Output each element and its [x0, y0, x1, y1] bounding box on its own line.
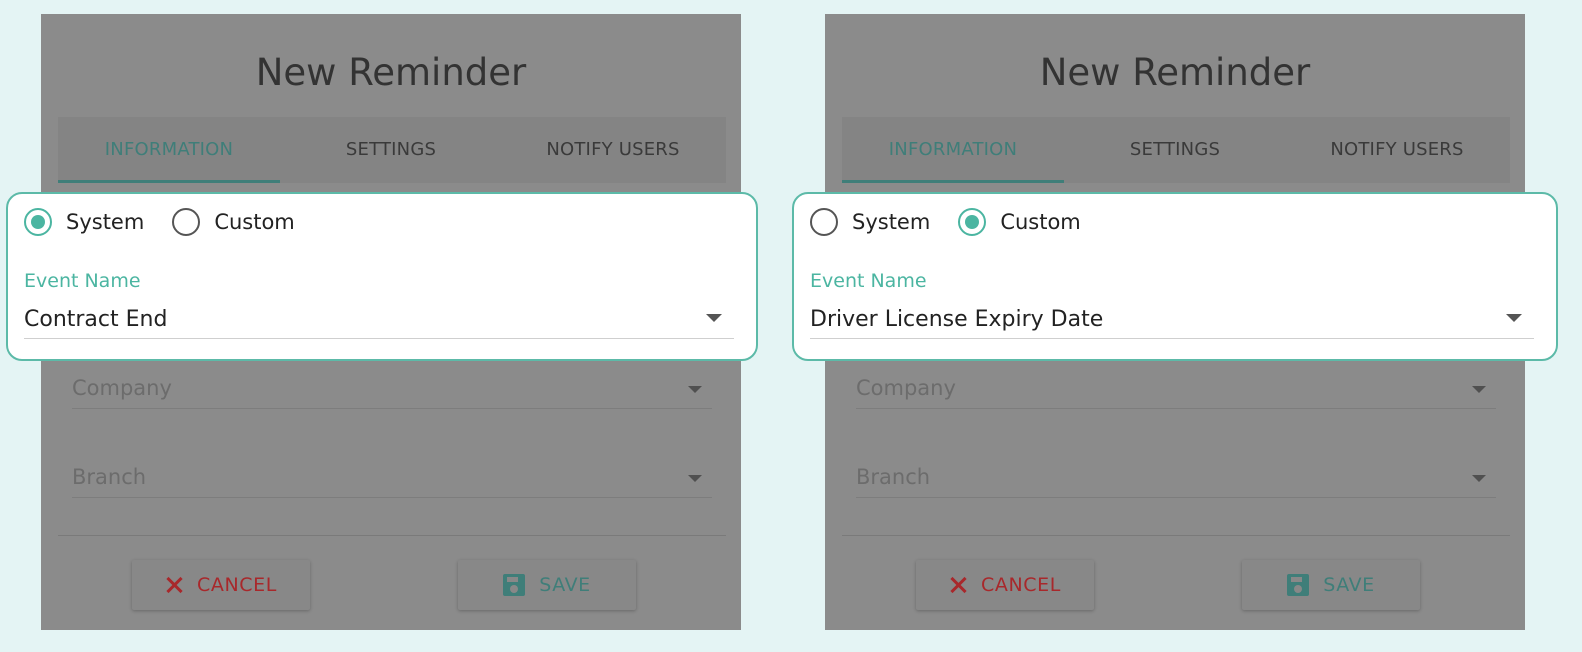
save-button[interactable]: SAVE [458, 560, 636, 610]
company-select[interactable]: Company [72, 370, 712, 409]
floppy-disk-icon [503, 574, 526, 596]
dropdown-arrow-icon [1506, 314, 1522, 322]
radio-checked-icon[interactable] [958, 208, 987, 236]
event-type-card: System Custom Event Name Driver License … [792, 192, 1558, 361]
tab-information[interactable]: INFORMATION [58, 117, 280, 183]
dropdown-arrow-icon [706, 314, 722, 322]
dialog-title: New Reminder [255, 51, 527, 94]
tab-bar: INFORMATION SETTINGS NOTIFY USERS [58, 117, 726, 183]
close-icon [165, 576, 183, 594]
dropdown-arrow-icon [1472, 475, 1486, 482]
branch-label: Branch [856, 465, 931, 489]
cancel-label: CANCEL [197, 574, 277, 596]
dropdown-arrow-icon [688, 386, 702, 393]
cancel-label: CANCEL [981, 574, 1061, 596]
radio-system[interactable]: System [24, 208, 144, 236]
event-name-value: Contract End [24, 307, 168, 332]
branch-select[interactable]: Branch [72, 459, 712, 498]
tab-notify-users[interactable]: NOTIFY USERS [1286, 117, 1508, 183]
company-select[interactable]: Company [856, 370, 1496, 409]
cancel-button[interactable]: CANCEL [132, 560, 310, 610]
save-label: SAVE [539, 574, 591, 596]
footer-divider [58, 535, 726, 536]
radio-system[interactable]: System [810, 208, 930, 236]
radio-system-label: System [66, 210, 145, 234]
event-type-radio-group: System Custom [810, 208, 1109, 236]
dropdown-arrow-icon [1472, 386, 1486, 393]
radio-custom-label: Custom [1000, 210, 1081, 234]
branch-label: Branch [72, 465, 147, 489]
tab-settings[interactable]: SETTINGS [280, 117, 502, 183]
company-label: Company [72, 376, 172, 400]
tab-settings[interactable]: SETTINGS [1064, 117, 1286, 183]
event-name-label: Event Name [24, 270, 141, 292]
close-icon [949, 576, 967, 594]
tab-notify-users[interactable]: NOTIFY USERS [502, 117, 724, 183]
dropdown-arrow-icon [688, 475, 702, 482]
event-name-select[interactable]: Driver License Expiry Date [810, 302, 1534, 339]
dialog-title: New Reminder [1039, 51, 1311, 94]
event-name-label: Event Name [810, 270, 927, 292]
event-name-select[interactable]: Contract End [24, 302, 734, 339]
radio-unchecked-icon[interactable] [810, 208, 838, 236]
footer-divider [842, 535, 1510, 536]
radio-custom-label: Custom [214, 210, 295, 234]
cancel-button[interactable]: CANCEL [916, 560, 1094, 610]
save-label: SAVE [1323, 574, 1375, 596]
save-button[interactable]: SAVE [1242, 560, 1420, 610]
tab-information[interactable]: INFORMATION [842, 117, 1064, 183]
event-type-card: System Custom Event Name Contract End [6, 192, 758, 361]
radio-system-label: System [852, 210, 931, 234]
branch-select[interactable]: Branch [856, 459, 1496, 498]
event-type-radio-group: System Custom [24, 208, 323, 236]
radio-custom[interactable]: Custom [958, 208, 1081, 236]
floppy-disk-icon [1287, 574, 1310, 596]
tab-indicator [58, 180, 280, 183]
radio-custom[interactable]: Custom [172, 208, 295, 236]
event-name-value: Driver License Expiry Date [810, 307, 1104, 332]
tab-bar: INFORMATION SETTINGS NOTIFY USERS [842, 117, 1510, 183]
radio-checked-icon[interactable] [24, 208, 52, 236]
company-label: Company [856, 376, 956, 400]
radio-unchecked-icon[interactable] [172, 208, 201, 236]
tab-indicator [842, 180, 1064, 183]
